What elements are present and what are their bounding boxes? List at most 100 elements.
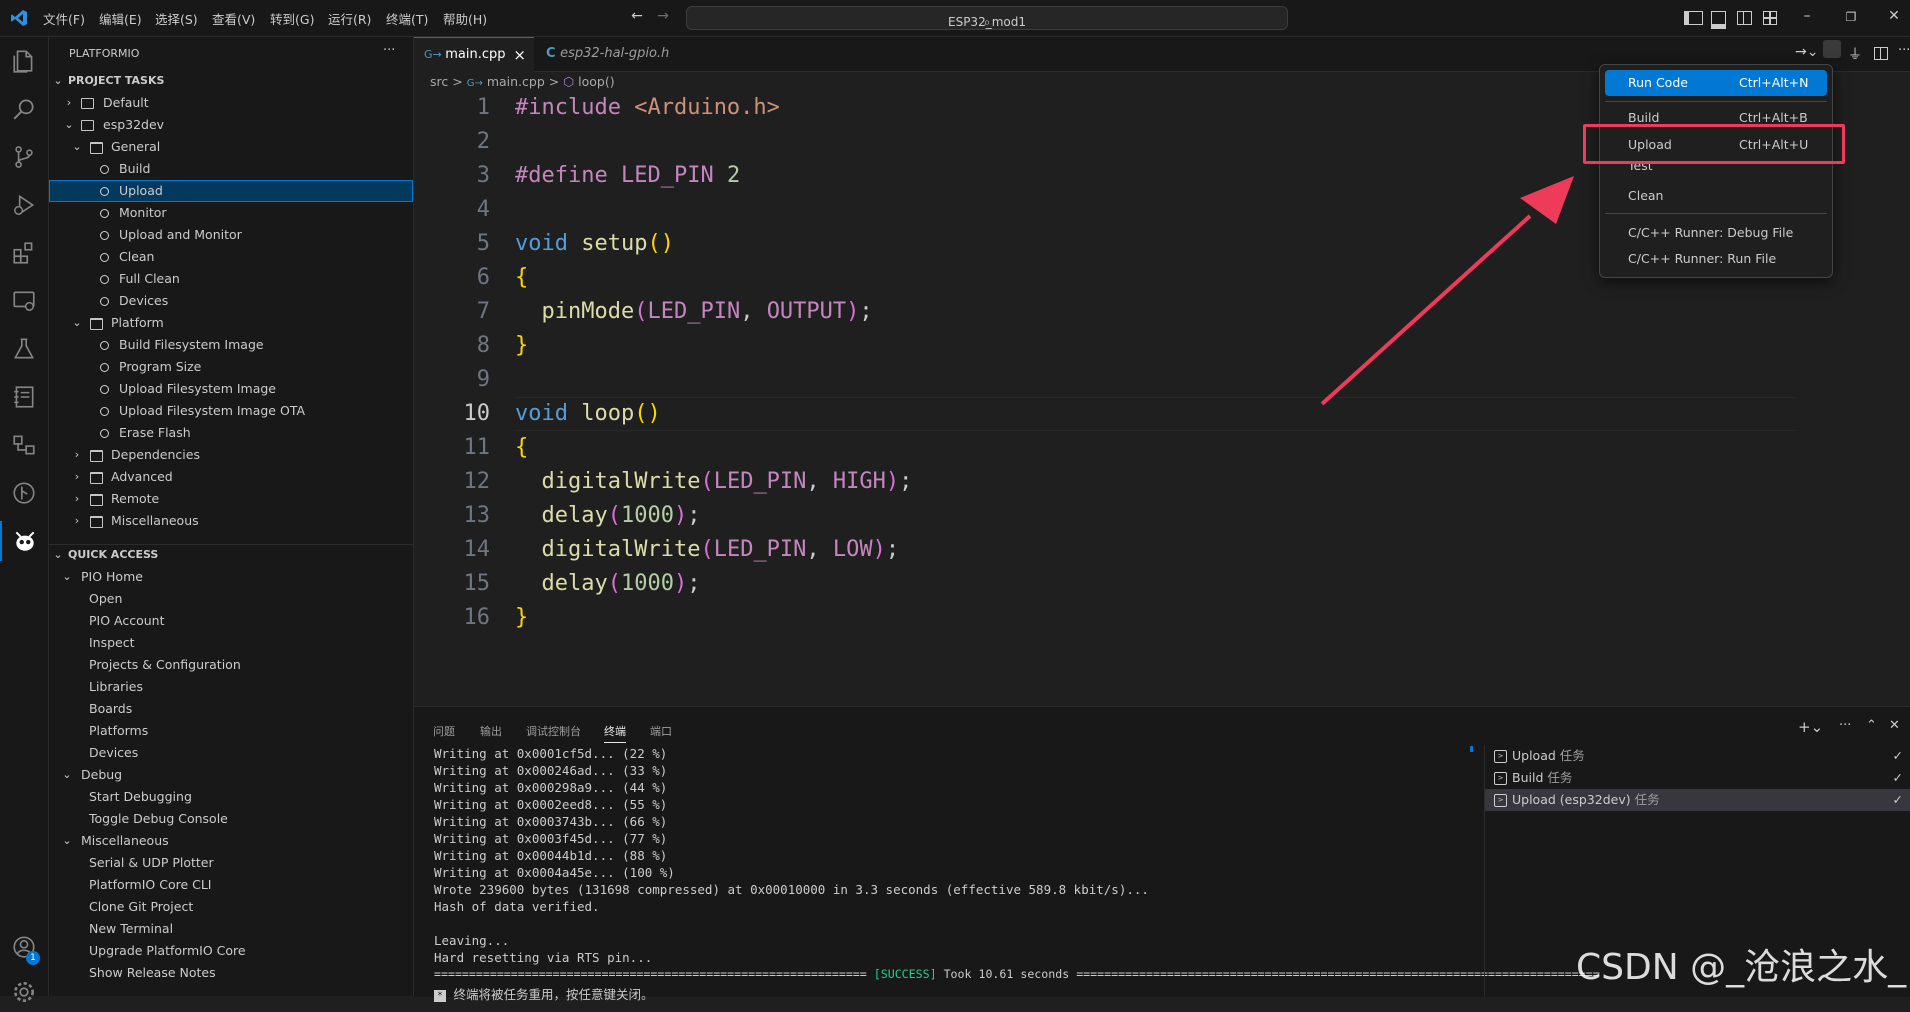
task-item-upload[interactable]: > Upload 任务 ✓ bbox=[1485, 745, 1910, 767]
qa-item-show-release-notes[interactable]: Show Release Notes bbox=[49, 962, 413, 984]
task-build-filesystem-image[interactable]: Build Filesystem Image bbox=[49, 334, 413, 356]
tree-item-esp32dev[interactable]: ⌄ esp32dev bbox=[49, 114, 413, 136]
task-devices[interactable]: Devices bbox=[49, 290, 413, 312]
menu-help[interactable]: 帮助(H) bbox=[443, 9, 487, 28]
panel-tab-ports[interactable]: 端口 bbox=[650, 723, 672, 739]
more-actions-icon[interactable]: ··· bbox=[1898, 43, 1910, 58]
tree-item-miscellaneous[interactable]: › Miscellaneous bbox=[49, 510, 413, 532]
task-erase-flash[interactable]: Erase Flash bbox=[49, 422, 413, 444]
terminal-output[interactable]: Writing at 0x0001cf5d... (22 %) Writing … bbox=[434, 746, 1600, 1002]
new-terminal-plus-icon[interactable]: +⌄ bbox=[1798, 718, 1823, 736]
terminal-scrollbar[interactable] bbox=[1468, 746, 1476, 996]
back-arrow-icon[interactable]: ← bbox=[625, 8, 649, 24]
forward-arrow-icon[interactable]: → bbox=[651, 8, 675, 24]
panel-tab-terminal[interactable]: 终端 bbox=[604, 723, 626, 743]
task-item-upload-esp32dev[interactable]: > Upload (esp32dev) 任务 ✓ bbox=[1485, 789, 1910, 811]
toggle-primary-sidebar-icon[interactable] bbox=[1684, 11, 1703, 25]
remote-explorer-icon[interactable] bbox=[0, 281, 48, 321]
tree-item-general[interactable]: ⌄ General bbox=[49, 136, 413, 158]
panel-tab-debug-console[interactable]: 调试控制台 bbox=[526, 723, 581, 739]
run-debug-icon[interactable] bbox=[0, 185, 48, 225]
qa-group-debug[interactable]: ⌄ Debug bbox=[49, 764, 413, 786]
qa-item-devices[interactable]: Devices bbox=[49, 742, 413, 764]
tab-esp32-hal-gpio-h[interactable]: C esp32-hal-gpio.h bbox=[536, 37, 692, 71]
notebook-icon[interactable] bbox=[0, 377, 48, 417]
tree-item-remote[interactable]: › Remote bbox=[49, 488, 413, 510]
customize-layout-icon[interactable] bbox=[1763, 11, 1777, 25]
source-control-icon[interactable] bbox=[0, 137, 48, 177]
panel-tab-problems[interactable]: 问题 bbox=[433, 723, 455, 739]
task-full-clean[interactable]: Full Clean bbox=[49, 268, 413, 290]
task-upload-and-monitor[interactable]: Upload and Monitor bbox=[49, 224, 413, 246]
task-monitor[interactable]: Monitor bbox=[49, 202, 413, 224]
qa-item-boards[interactable]: Boards bbox=[49, 698, 413, 720]
qa-item-new-terminal[interactable]: New Terminal bbox=[49, 918, 413, 940]
run-code-arrow-icon[interactable]: →⌄ bbox=[1795, 44, 1818, 60]
qa-item-toggle-debug-console[interactable]: Toggle Debug Console bbox=[49, 808, 413, 830]
menu-view[interactable]: 查看(V) bbox=[212, 9, 255, 28]
menu-run[interactable]: 运行(R) bbox=[328, 9, 371, 28]
qa-item-upgrade-platformio-core[interactable]: Upgrade PlatformIO Core bbox=[49, 940, 413, 962]
menu-file[interactable]: 文件(F) bbox=[43, 9, 85, 28]
settings-icon[interactable] bbox=[0, 972, 48, 1012]
tab-main-cpp[interactable]: G→ main.cpp × bbox=[414, 37, 534, 72]
platformio-serial-plug-icon[interactable]: ⏚ bbox=[1848, 44, 1862, 64]
close-window-icon[interactable]: ✕ bbox=[1882, 8, 1906, 24]
menu-selection[interactable]: 选择(S) bbox=[155, 9, 198, 28]
testing-icon[interactable] bbox=[0, 329, 48, 369]
menu-go[interactable]: 转到(G) bbox=[270, 9, 314, 28]
extensions-icon[interactable] bbox=[0, 233, 48, 273]
git-graph-icon[interactable] bbox=[0, 473, 48, 513]
qa-group-pio-home[interactable]: ⌄ PIO Home bbox=[49, 566, 413, 588]
tree-item-dependencies[interactable]: › Dependencies bbox=[49, 444, 413, 466]
toggle-panel-icon[interactable] bbox=[1711, 11, 1726, 29]
restore-icon[interactable]: ❐ bbox=[1839, 10, 1863, 24]
tree-item-advanced[interactable]: › Advanced bbox=[49, 466, 413, 488]
tree-item-platform[interactable]: ⌄ Platform bbox=[49, 312, 413, 334]
panel-tab-output[interactable]: 输出 bbox=[480, 723, 502, 739]
close-panel-icon[interactable]: ✕ bbox=[1889, 718, 1900, 733]
qa-item-pio-account[interactable]: PIO Account bbox=[49, 610, 413, 632]
close-tab-icon[interactable]: × bbox=[513, 38, 526, 72]
project-tasks-section-header[interactable]: ⌄ PROJECT TASKS bbox=[49, 70, 413, 92]
menu-item-build[interactable]: Build Ctrl+Alt+B bbox=[1605, 105, 1827, 123]
menu-item-test[interactable]: Test bbox=[1605, 162, 1827, 176]
qa-group-miscellaneous[interactable]: ⌄ Miscellaneous bbox=[49, 830, 413, 852]
menu-item-clean[interactable]: Clean bbox=[1605, 183, 1827, 209]
qa-item-projects-configuration[interactable]: Projects & Configuration bbox=[49, 654, 413, 676]
search-icon[interactable] bbox=[0, 89, 48, 129]
run-menu-dropdown-highlight[interactable] bbox=[1823, 40, 1841, 58]
qa-item-platforms[interactable]: Platforms bbox=[49, 720, 413, 742]
quick-access-section-header[interactable]: ⌄ QUICK ACCESS bbox=[49, 544, 413, 566]
task-clean[interactable]: Clean bbox=[49, 246, 413, 268]
files-icon[interactable] bbox=[0, 41, 48, 81]
task-upload-filesystem-image-ota[interactable]: Upload Filesystem Image OTA bbox=[49, 400, 413, 422]
menu-edit[interactable]: 编辑(E) bbox=[99, 9, 142, 28]
split-editor-icon[interactable] bbox=[1874, 47, 1888, 60]
qa-item-inspect[interactable]: Inspect bbox=[49, 632, 413, 654]
menu-terminal[interactable]: 终端(T) bbox=[386, 9, 428, 28]
qa-item-clone-git-project[interactable]: Clone Git Project bbox=[49, 896, 413, 918]
menu-item-cpp-runner-run-file[interactable]: C/C++ Runner: Run File bbox=[1605, 246, 1827, 272]
breadcrumb-src[interactable]: src bbox=[430, 74, 448, 89]
platformio-icon[interactable] bbox=[0, 521, 48, 561]
panel-more-icon[interactable]: ··· bbox=[1839, 718, 1851, 733]
minimize-icon[interactable]: – bbox=[1795, 8, 1819, 24]
tree-item-default[interactable]: › Default bbox=[49, 92, 413, 114]
task-build[interactable]: Build bbox=[49, 158, 413, 180]
accounts-icon[interactable]: 1 bbox=[0, 927, 48, 967]
outline-icon[interactable] bbox=[0, 425, 48, 465]
toggle-secondary-sidebar-icon[interactable] bbox=[1737, 11, 1752, 25]
menu-item-run-code[interactable]: Run Code Ctrl+Alt+N bbox=[1605, 70, 1827, 96]
task-upload-filesystem-image[interactable]: Upload Filesystem Image bbox=[49, 378, 413, 400]
qa-item-libraries[interactable]: Libraries bbox=[49, 676, 413, 698]
qa-item-platformio-core-cli[interactable]: PlatformIO Core CLI bbox=[49, 874, 413, 896]
task-program-size[interactable]: Program Size bbox=[49, 356, 413, 378]
menu-item-cpp-runner-debug-file[interactable]: C/C++ Runner: Debug File bbox=[1605, 220, 1827, 246]
command-center-search[interactable]: ⌕ ESP32_mod1 bbox=[686, 6, 1288, 30]
task-upload[interactable]: Upload bbox=[49, 180, 413, 202]
maximize-panel-chevron-up-icon[interactable]: ⌃ bbox=[1866, 718, 1877, 733]
breadcrumb-file[interactable]: main.cpp bbox=[487, 74, 545, 89]
sidebar-more-icon[interactable]: ··· bbox=[383, 43, 395, 58]
qa-item-open[interactable]: Open bbox=[49, 588, 413, 610]
